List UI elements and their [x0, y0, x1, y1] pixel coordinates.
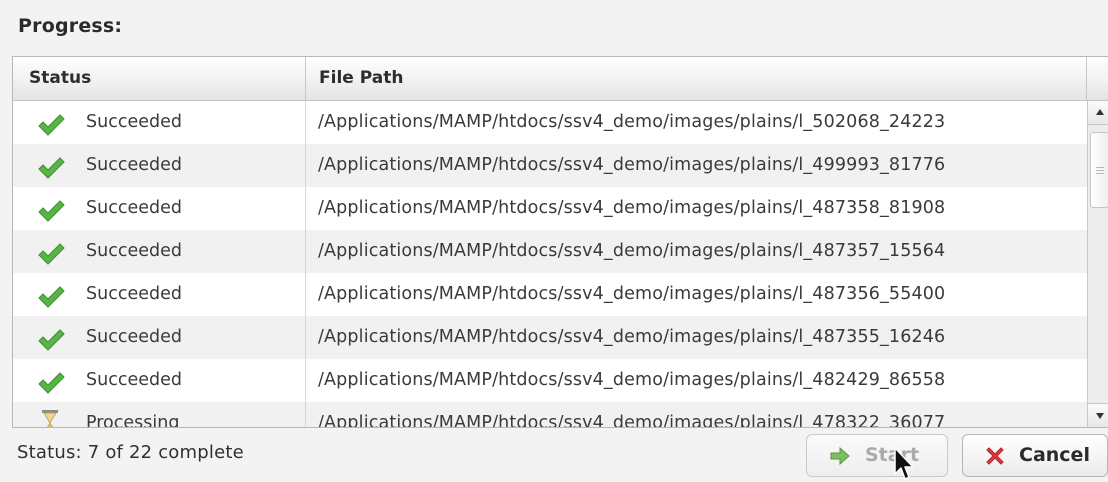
table-row[interactable]: Succeeded/Applications/MAMP/htdocs/ssv4_… [13, 230, 1087, 273]
status-text: Succeeded [86, 284, 182, 304]
file-path-cell: /Applications/MAMP/htdocs/ssv4_demo/imag… [318, 370, 946, 390]
check-icon [37, 111, 65, 136]
cancel-button[interactable]: Cancel [962, 434, 1108, 477]
status-text: Succeeded [86, 198, 182, 218]
file-path-cell: /Applications/MAMP/htdocs/ssv4_demo/imag… [318, 284, 946, 304]
table-row[interactable]: Succeeded/Applications/MAMP/htdocs/ssv4_… [13, 144, 1087, 187]
check-icon [37, 154, 65, 179]
status-text: Processing [86, 413, 180, 427]
check-icon [37, 197, 65, 222]
status-cell: Succeeded [13, 187, 306, 230]
status-cell: Succeeded [13, 230, 306, 273]
arrow-right-icon [830, 446, 850, 466]
status-cell: Succeeded [13, 316, 306, 359]
table-body: Succeeded/Applications/MAMP/htdocs/ssv4_… [13, 101, 1087, 427]
scroll-down-arrow-icon[interactable] [1088, 403, 1108, 427]
progress-table: Status File Path Succeeded/Applications/… [12, 56, 1108, 428]
check-icon [37, 283, 65, 308]
status-cell: Succeeded [13, 144, 306, 187]
close-x-icon [986, 447, 1004, 465]
mouse-pointer-icon [894, 447, 914, 480]
status-text: Succeeded [86, 241, 182, 261]
table-row[interactable]: Succeeded/Applications/MAMP/htdocs/ssv4_… [13, 273, 1087, 316]
check-icon [37, 240, 65, 265]
check-icon [37, 326, 65, 351]
status-cell: Succeeded [13, 101, 306, 144]
status-text: Succeeded [86, 155, 182, 175]
column-header-file-path[interactable]: File Path [306, 57, 1087, 100]
column-header-status[interactable]: Status [13, 57, 306, 100]
start-button[interactable]: Start [806, 434, 948, 477]
table-row[interactable]: Succeeded/Applications/MAMP/htdocs/ssv4_… [13, 101, 1087, 144]
progress-title: Progress: [18, 15, 123, 37]
check-icon [37, 369, 65, 394]
file-path-cell: /Applications/MAMP/htdocs/ssv4_demo/imag… [318, 327, 946, 347]
status-text: Succeeded [86, 370, 182, 390]
file-path-cell: /Applications/MAMP/htdocs/ssv4_demo/imag… [318, 241, 946, 261]
status-cell: Succeeded [13, 359, 306, 402]
table-row[interactable]: Processing/Applications/MAMP/htdocs/ssv4… [13, 402, 1087, 427]
status-cell: Processing [13, 402, 306, 427]
table-row[interactable]: Succeeded/Applications/MAMP/htdocs/ssv4_… [13, 359, 1087, 402]
scroll-thumb[interactable] [1090, 132, 1108, 208]
cancel-button-label: Cancel [1019, 444, 1090, 466]
hourglass-icon [38, 408, 62, 427]
table-row[interactable]: Succeeded/Applications/MAMP/htdocs/ssv4_… [13, 187, 1087, 230]
status-cell: Succeeded [13, 273, 306, 316]
file-path-cell: /Applications/MAMP/htdocs/ssv4_demo/imag… [318, 198, 946, 218]
file-path-cell: /Applications/MAMP/htdocs/ssv4_demo/imag… [318, 112, 946, 132]
file-path-cell: /Applications/MAMP/htdocs/ssv4_demo/imag… [318, 155, 946, 175]
status-text: Succeeded [86, 112, 182, 132]
status-text: Succeeded [86, 327, 182, 347]
completion-status: Status: 7 of 22 complete [17, 442, 244, 463]
file-path-cell: /Applications/MAMP/htdocs/ssv4_demo/imag… [318, 413, 946, 427]
scroll-up-arrow-icon[interactable] [1088, 101, 1108, 125]
vertical-scrollbar[interactable] [1087, 101, 1108, 427]
table-header: Status File Path [13, 57, 1108, 101]
table-row[interactable]: Succeeded/Applications/MAMP/htdocs/ssv4_… [13, 316, 1087, 359]
